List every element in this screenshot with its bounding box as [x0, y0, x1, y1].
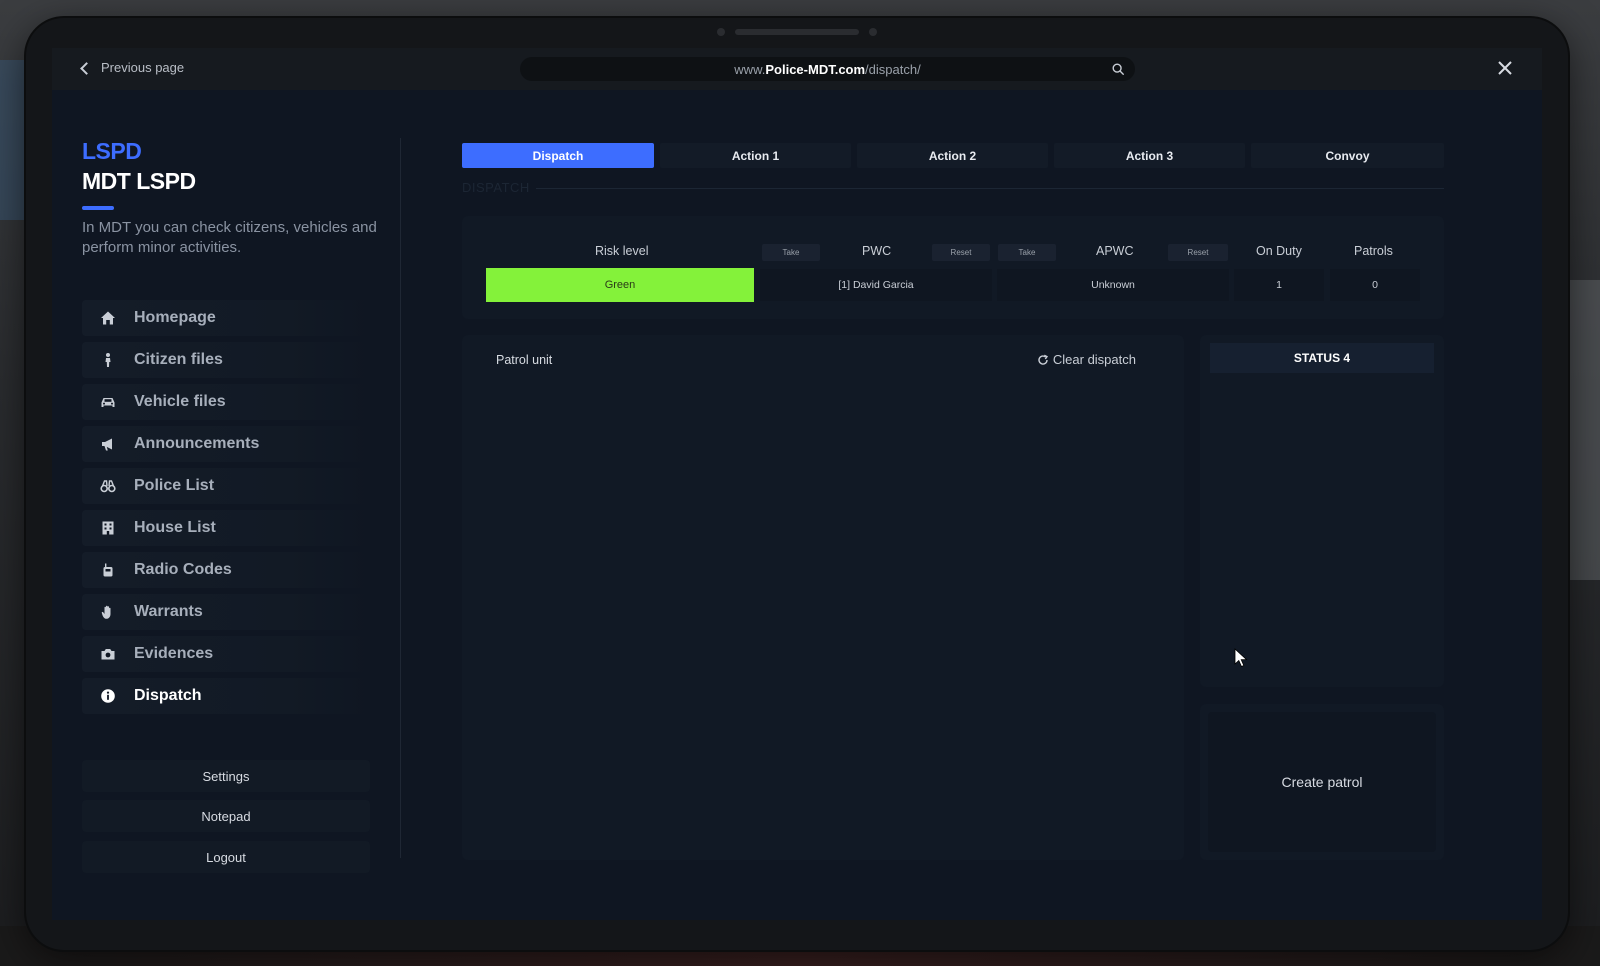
home-icon — [101, 311, 115, 325]
logout-button[interactable]: Logout — [82, 841, 370, 873]
brand-short: LSPD — [82, 138, 142, 164]
hand-icon — [101, 605, 111, 619]
clear-dispatch-label: Clear dispatch — [1052, 352, 1136, 367]
brand-underline — [82, 206, 114, 210]
tab-action-1[interactable]: Action 1 — [660, 143, 851, 168]
binoculars-icon — [100, 480, 116, 493]
create-patrol-button[interactable]: Create patrol — [1208, 712, 1436, 852]
sensor-dot — [869, 28, 877, 36]
chevron-left-icon — [80, 61, 93, 75]
url-path: /dispatch/ — [865, 61, 921, 77]
sidebar-divider — [400, 138, 401, 858]
tab-convoy[interactable]: Convoy — [1251, 143, 1444, 168]
pwc-header: PWC — [862, 244, 892, 258]
megaphone-icon — [102, 438, 112, 451]
sidebar-item-label: Vehicle files — [134, 393, 226, 410]
sidebar-item-label: Announcements — [134, 435, 260, 452]
pwc-take-button[interactable]: Take — [762, 244, 820, 261]
brand-description: In MDT you can check citizens, vehicles … — [82, 219, 377, 256]
on-duty-value: 1 — [1234, 269, 1324, 301]
brand-title: MDT LSPD — [82, 168, 196, 194]
tablet-frame: Previous page www. Police-MDT.com/dispatc… — [26, 18, 1568, 950]
sidebar-item-homepage[interactable]: Homepage — [82, 300, 372, 336]
apwc-take-button[interactable]: Take — [998, 244, 1056, 261]
sidebar-item-police-list[interactable]: Police List — [82, 468, 372, 504]
building-icon — [102, 521, 114, 535]
notepad-button[interactable]: Notepad — [82, 800, 370, 832]
apwc-value: Unknown — [997, 269, 1229, 301]
sidebar-item-dispatch[interactable]: Dispatch — [82, 678, 372, 714]
url-prefix: www. — [734, 61, 766, 77]
status-header: STATUS 4 — [1210, 343, 1434, 373]
close-icon[interactable] — [1496, 59, 1514, 77]
apwc-reset-button[interactable]: Reset — [1168, 244, 1228, 261]
info-icon — [101, 689, 115, 703]
sidebar-item-evidences[interactable]: Evidences — [82, 636, 372, 672]
person-icon — [105, 353, 111, 367]
top-bar: Previous page www. Police-MDT.com/dispatc… — [52, 48, 1542, 90]
patrols-value: 0 — [1330, 269, 1420, 301]
on-duty-header: On Duty — [1256, 244, 1302, 258]
tab-bar: Dispatch Action 1 Action 2 Action 3 Conv… — [462, 143, 1444, 168]
tab-action-2[interactable]: Action 2 — [857, 143, 1048, 168]
sidebar-item-label: Dispatch — [134, 687, 202, 704]
settings-button[interactable]: Settings — [82, 760, 370, 792]
sidebar-item-citizen-files[interactable]: Citizen files — [82, 342, 372, 378]
patrols-header: Patrols — [1354, 244, 1393, 258]
url-bar[interactable]: www. Police-MDT.com/dispatch/ — [520, 57, 1135, 81]
radio-icon — [103, 563, 113, 577]
sidebar-item-house-list[interactable]: House List — [82, 510, 372, 546]
search-icon[interactable] — [1111, 62, 1125, 76]
risk-level-value[interactable]: Green — [486, 268, 754, 302]
create-patrol-panel: Create patrol — [1200, 704, 1444, 860]
previous-page-label: Previous page — [101, 60, 185, 75]
sidebar-item-label: Homepage — [134, 309, 216, 326]
sidebar-item-label: Citizen files — [134, 351, 223, 368]
camera-icon — [101, 649, 115, 660]
sidebar-item-label: Radio Codes — [134, 561, 232, 578]
patrol-unit-panel: Patrol unit Clear dispatch — [462, 335, 1184, 860]
tab-action-3[interactable]: Action 3 — [1054, 143, 1245, 168]
clear-dispatch-button[interactable]: Clear dispatch — [1037, 352, 1136, 367]
previous-page-button[interactable]: Previous page — [80, 60, 185, 75]
pwc-value: [1] David Garcia — [760, 269, 992, 301]
sidebar-item-label: Evidences — [134, 645, 214, 662]
section-label: DISPATCH — [462, 180, 530, 195]
section-divider — [536, 188, 1444, 189]
camera-bar — [717, 28, 877, 36]
sidebar-item-label: House List — [134, 519, 216, 536]
sidebar-item-label: Police List — [134, 477, 215, 494]
pwc-reset-button[interactable]: Reset — [932, 244, 990, 261]
sidebar-item-label: Warrants — [134, 603, 203, 620]
car-icon — [101, 398, 115, 407]
mouse-cursor-icon — [1234, 648, 1248, 668]
sidebar-nav: Homepage Citizen files Vehicle files Ann… — [82, 300, 372, 720]
status-panel: STATUS 4 — [1200, 335, 1444, 687]
sidebar-item-announcements[interactable]: Announcements — [82, 426, 372, 462]
dispatch-info-panel: Risk level Take PWC Reset Take APWC Rese… — [462, 216, 1444, 319]
speaker-pill — [735, 29, 859, 35]
screen: Previous page www. Police-MDT.com/dispatc… — [52, 48, 1542, 920]
sidebar-item-vehicle-files[interactable]: Vehicle files — [82, 384, 372, 420]
risk-level-header: Risk level — [595, 244, 649, 258]
patrol-unit-title: Patrol unit — [496, 353, 553, 367]
sidebar-item-warrants[interactable]: Warrants — [82, 594, 372, 630]
url-domain: Police-MDT.com — [765, 61, 866, 77]
camera-dot — [717, 28, 725, 36]
tab-dispatch[interactable]: Dispatch — [462, 143, 654, 168]
refresh-icon — [1038, 354, 1048, 365]
apwc-header: APWC — [1096, 244, 1134, 258]
sidebar-item-radio-codes[interactable]: Radio Codes — [82, 552, 372, 588]
